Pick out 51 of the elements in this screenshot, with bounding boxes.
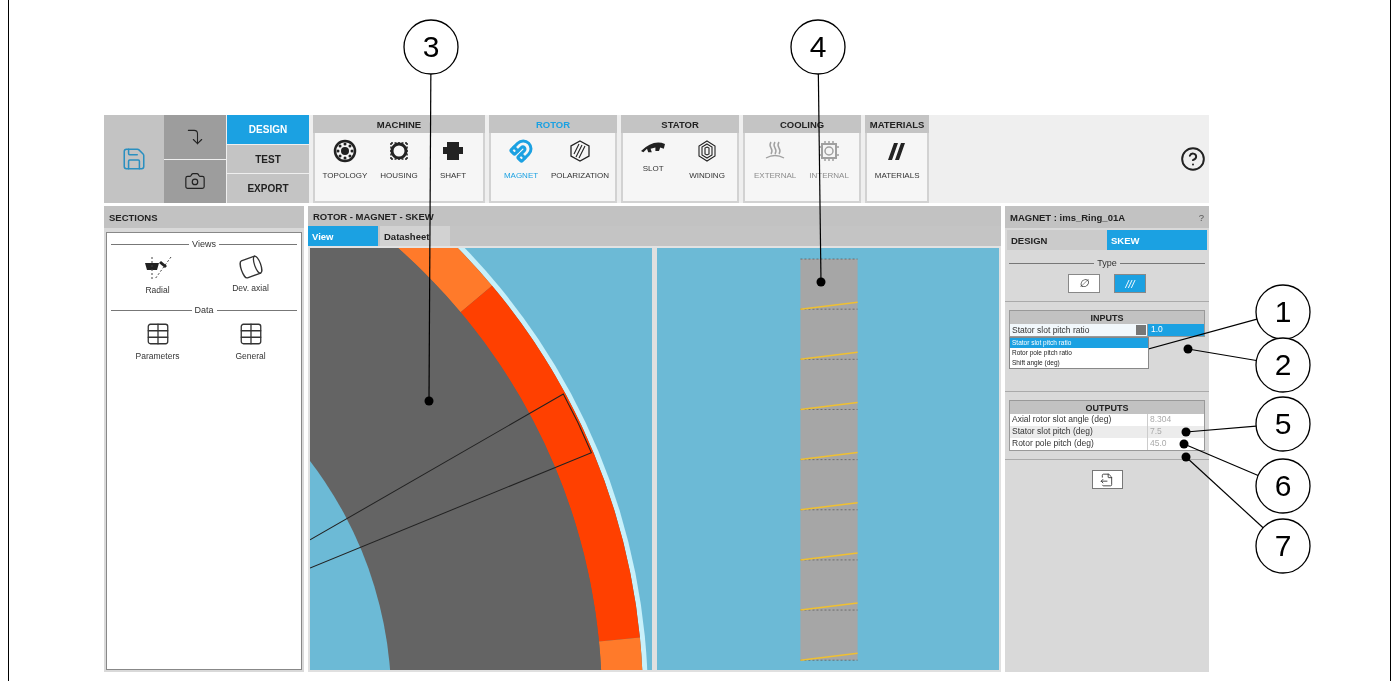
section-item[interactable]: Radial xyxy=(111,253,204,297)
property-tab[interactable]: DESIGN xyxy=(1007,230,1107,250)
callout-number: 3 xyxy=(403,19,459,75)
panel-title: SECTIONS xyxy=(104,206,304,228)
help-link[interactable]: ? xyxy=(1198,211,1204,223)
mode-tab[interactable]: TEST xyxy=(227,144,309,174)
section-item[interactable]: Parameters xyxy=(111,319,204,363)
group-legend: Views xyxy=(192,239,216,249)
ribbon-group-title: MATERIALS xyxy=(865,115,930,133)
parameter-dropdown[interactable]: Stator slot pitch ratio xyxy=(1010,324,1148,336)
callout-number: 4 xyxy=(790,19,846,75)
shaft-icon xyxy=(441,139,465,163)
ribbon-group-title: STATOR xyxy=(621,115,740,133)
panel-title: MAGNET : ims_Ring_01A xyxy=(1010,211,1126,223)
file-export-icon xyxy=(1100,472,1114,487)
ribbon-group-title: MACHINE xyxy=(313,115,485,133)
table-header: OUTPUTS xyxy=(1010,401,1204,414)
group-legend: Type xyxy=(1097,258,1117,268)
hexagon-icon xyxy=(568,139,593,163)
section-item[interactable]: Dev. axial xyxy=(204,253,297,297)
callout-number: 5 xyxy=(1255,396,1311,452)
help-icon[interactable] xyxy=(1180,146,1206,172)
mode-tab[interactable]: EXPORT xyxy=(227,174,309,203)
export-button[interactable] xyxy=(1091,470,1123,489)
ribbon-group-title: ROTOR xyxy=(489,115,618,133)
callout-number: 2 xyxy=(1255,337,1311,393)
ribbon-button[interactable]: SLOT xyxy=(626,133,681,201)
camera-button[interactable] xyxy=(164,159,226,203)
group-legend: Data xyxy=(194,305,214,315)
ribbon-button[interactable]: HOUSING xyxy=(372,133,426,201)
table-cell: Rotor pole pitch (deg) xyxy=(1010,438,1148,450)
caret-icon xyxy=(1136,325,1146,335)
section-item[interactable]: General xyxy=(204,319,297,363)
table-cell-text: 8.304 xyxy=(1149,414,1173,426)
ribbon-button[interactable]: WINDING xyxy=(680,133,735,201)
wheel-icon xyxy=(333,139,357,163)
type-toggle[interactable]: ∅ xyxy=(1068,274,1100,293)
ribbon-button[interactable]: POLARIZATION xyxy=(548,133,613,201)
magnet-icon xyxy=(509,139,533,163)
callout-number: 7 xyxy=(1255,518,1311,574)
callout-number: 6 xyxy=(1255,458,1311,514)
table-header: INPUTS xyxy=(1010,311,1204,324)
radial-view-icon xyxy=(142,255,173,281)
callout-number: 1 xyxy=(1255,284,1311,340)
ribbon-button[interactable]: MATERIALS xyxy=(870,133,925,201)
ribbon-button[interactable]: SHAFT xyxy=(426,133,480,201)
table-cell-text: 7.5 xyxy=(1149,426,1163,438)
table-cell-text: 45.0 xyxy=(1149,438,1168,450)
housing-icon xyxy=(387,139,411,163)
chip-icon xyxy=(817,139,842,163)
ribbon-button[interactable]: TOPOLOGY xyxy=(318,133,372,201)
